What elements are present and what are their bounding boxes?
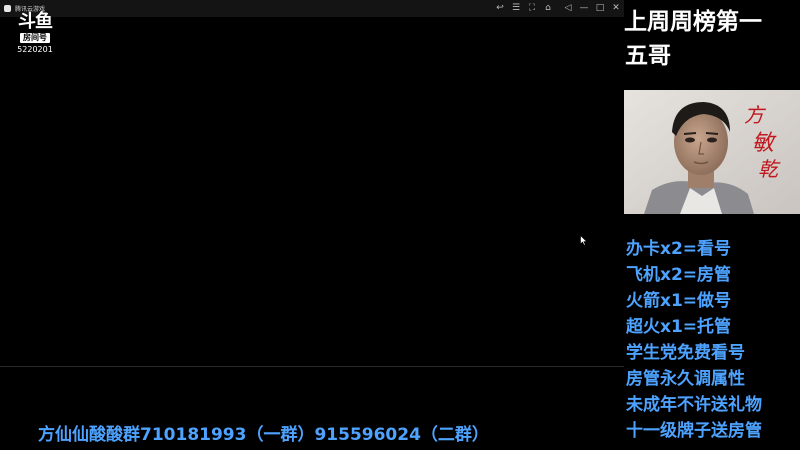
game-window[interactable]: 腾讯云游戏 ↩ ☰ ⛶ ⌂ ◁ — □ ✕ 斗鱼 房间号 5220201 <box>0 0 625 367</box>
close-button[interactable]: ✕ <box>608 0 624 17</box>
rule-item: 十一级牌子送房管 <box>626 421 762 441</box>
svg-text:敏: 敏 <box>752 131 777 156</box>
home-icon[interactable]: ⌂ <box>540 0 556 17</box>
celebrity-photo: 方 敏 乾 <box>624 90 800 214</box>
svg-text:乾: 乾 <box>758 157 781 181</box>
room-id: 5220201 <box>17 45 53 54</box>
app-icon <box>4 5 11 12</box>
streamer-info-panel: 上周周榜第一 五哥 方 敏 乾 办卡x2=看号 飞机x2=房管 火箭x1=做号 … <box>624 0 800 450</box>
room-label: 房间号 <box>20 33 50 43</box>
douyu-watermark: 斗鱼 房间号 5220201 <box>13 11 57 55</box>
fullscreen-icon[interactable]: ⛶ <box>524 0 540 17</box>
rule-item: 学生党免费看号 <box>626 343 745 363</box>
rule-item: 房管永久调属性 <box>626 369 745 389</box>
rule-item: 火箭x1=做号 <box>626 291 732 311</box>
collapse-icon[interactable]: ◁ <box>560 0 576 17</box>
minimize-button[interactable]: — <box>576 0 592 17</box>
rule-item: 未成年不许送礼物 <box>626 395 762 415</box>
douyu-logo: 斗鱼 <box>18 11 53 32</box>
window-controls: ↩ ☰ ⛶ ⌂ ◁ — □ ✕ <box>492 0 624 17</box>
window-titlebar[interactable]: 腾讯云游戏 ↩ ☰ ⛶ ⌂ ◁ — □ ✕ <box>0 0 624 17</box>
menu-icon[interactable]: ☰ <box>508 0 524 17</box>
mouse-cursor-icon <box>580 235 588 246</box>
rule-item: 飞机x2=房管 <box>626 265 732 285</box>
rule-item: 办卡x2=看号 <box>626 239 732 259</box>
maximize-button[interactable]: □ <box>592 0 608 17</box>
rule-item: 超火x1=托管 <box>626 317 732 337</box>
gift-rules-list: 办卡x2=看号 飞机x2=房管 火箭x1=做号 超火x1=托管 学生党免费看号 … <box>626 236 798 444</box>
top-fan-name: 五哥 <box>625 43 671 69</box>
screen: 腾讯云游戏 ↩ ☰ ⛶ ⌂ ◁ — □ ✕ 斗鱼 房间号 5220201 上周周… <box>0 0 800 450</box>
portrait-image: 方 敏 乾 <box>624 90 800 214</box>
fan-group-banner: 方仙仙酸酸群710181993（一群）915596024（二群） <box>38 425 489 445</box>
autograph-signature: 方 <box>744 103 767 127</box>
back-icon[interactable]: ↩ <box>492 0 508 17</box>
panel-title: 上周周榜第一 <box>624 9 762 35</box>
